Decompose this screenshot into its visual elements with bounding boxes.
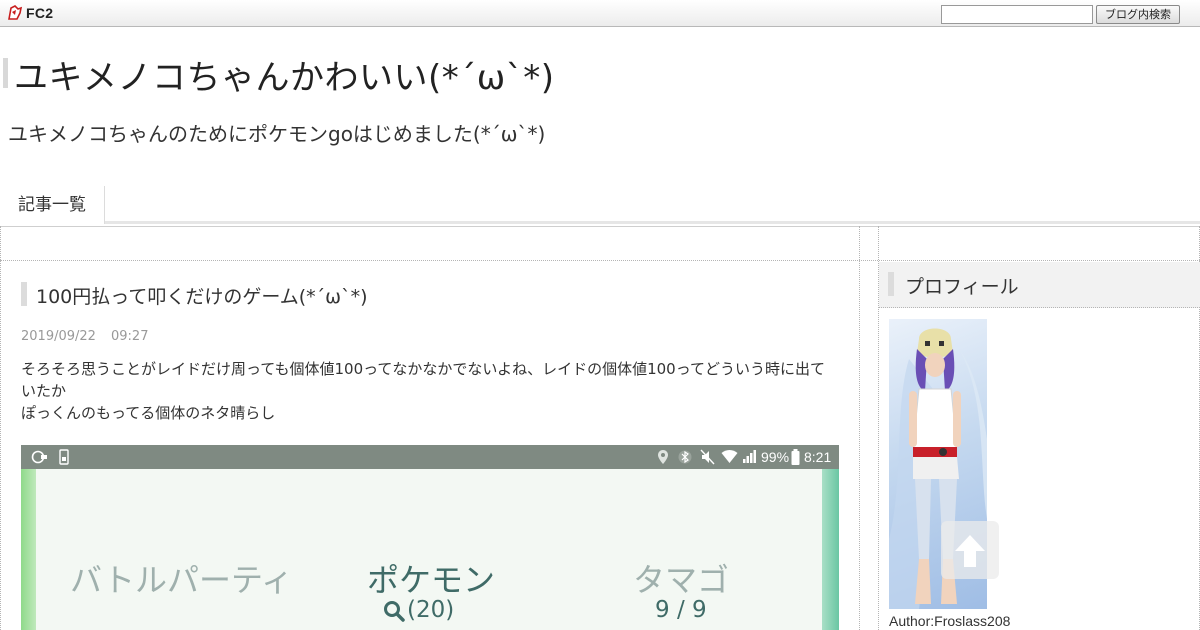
fc2-logo-icon [8, 5, 23, 20]
sidebar-author: Author:Froslass208 [889, 613, 1011, 629]
content-top-frame [0, 226, 1200, 261]
tab-pokemon: ポケモン [367, 561, 496, 599]
sidebar-heading-accent [888, 272, 894, 296]
blog-search-input[interactable] [941, 5, 1093, 24]
sim-card-icon [59, 449, 69, 465]
entry-body-line: そろそろ思うことがレイドだけ周っても個体値100ってなかなかでないよね、レイドの… [21, 360, 825, 400]
blog-description: ユキメノコちゃんのためにポケモンgoはじめました(*´ω`*) [8, 122, 546, 146]
entry-title[interactable]: 100円払って叩くだけのゲーム(*´ω`*) [36, 282, 367, 309]
search-icon [384, 601, 405, 622]
fc2-header-bar: FC2 ブログ内検索 [0, 0, 1200, 27]
mute-icon [700, 449, 715, 465]
phone-status-bar: 99% 8:21 [21, 445, 839, 469]
bluetooth-icon [678, 450, 692, 464]
entry-body: そろそろ思うことがレイドだけ周っても個体値100ってなかなかでないよね、レイドの… [21, 358, 836, 424]
nav-underline [0, 221, 1200, 224]
frame-divider [0, 226, 1, 630]
pokemon-count: (20) [407, 597, 455, 623]
nav-item-article-list[interactable]: 記事一覧 [0, 186, 105, 224]
tab-battle-party: バトルパーティ [70, 561, 294, 599]
screen-edge-left [21, 469, 36, 630]
entry-date: 2019/09/22 [21, 329, 96, 344]
fc2-logo[interactable]: FC2 [6, 4, 53, 22]
entry-title-accent [21, 282, 27, 306]
location-icon [658, 450, 668, 464]
blog-search-button[interactable]: ブログ内検索 [1096, 5, 1180, 24]
pokemon-storage-screen: バトルパーティ ポケモン (20) タマゴ 9 / 9 [36, 469, 822, 630]
frame-divider [859, 226, 860, 630]
entry-body-line: ぽっくんのもってる個体のネタ晴らし [21, 404, 276, 422]
scroll-to-top-button[interactable] [941, 521, 999, 579]
wifi-icon [721, 450, 738, 463]
tab-eggs: タマゴ [633, 561, 730, 599]
screen-edge-right [822, 469, 839, 630]
blog-title[interactable]: ユキメノコちゃんかわいい(*´ω`*) [14, 50, 555, 99]
signal-icon [743, 450, 756, 463]
entry-time: 09:27 [111, 329, 149, 344]
entry-screenshot-image[interactable]: 99% 8:21 バトルパーティ ポケモン (20) タマゴ 9 / 9 [21, 445, 839, 630]
sidebar-profile-heading: プロフィール [905, 276, 1019, 298]
egg-count: 9 / 9 [655, 597, 707, 623]
app-status-icon [31, 450, 47, 464]
arrow-up-icon [955, 535, 985, 567]
phone-clock: 8:21 [804, 449, 832, 465]
battery-icon [791, 449, 800, 465]
title-accent-bar [3, 58, 8, 88]
battery-percent: 99% [761, 449, 790, 465]
fc2-logo-text: FC2 [26, 5, 54, 21]
